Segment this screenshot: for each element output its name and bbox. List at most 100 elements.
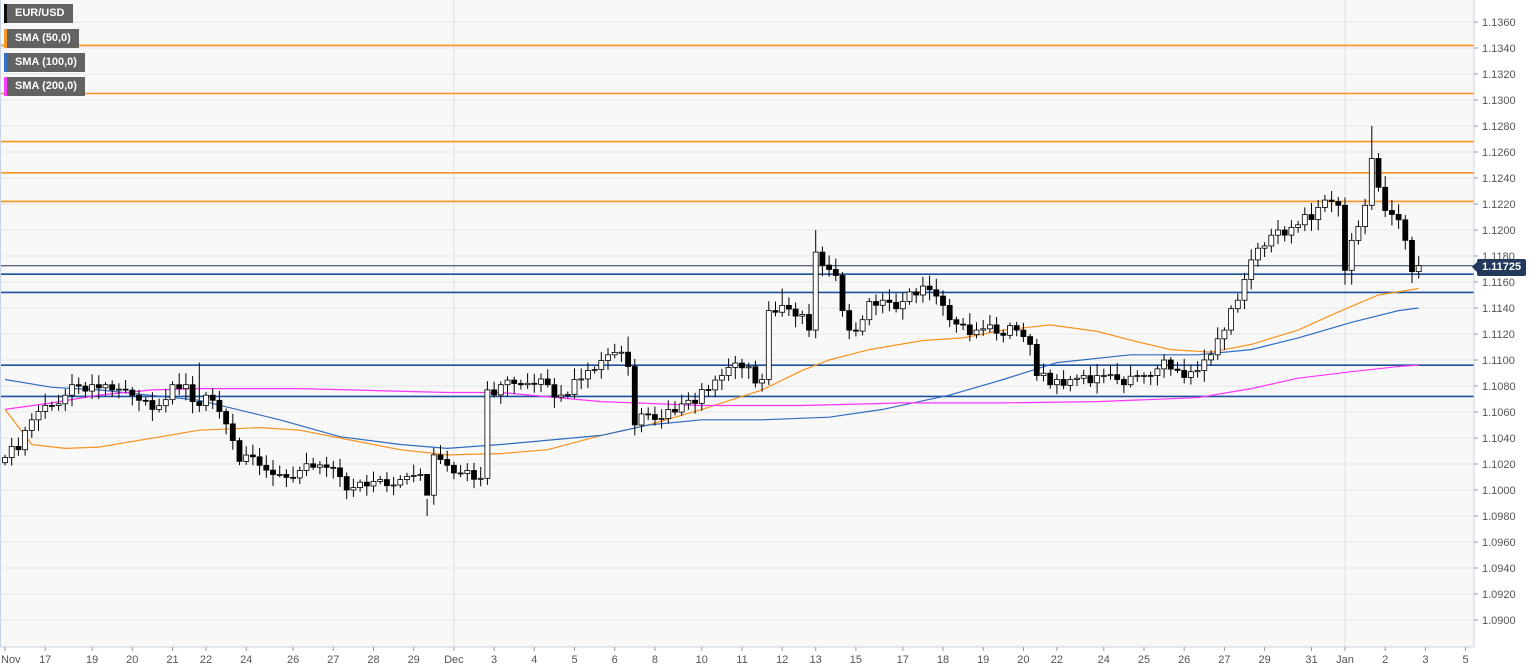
- x-tick-label: 31: [1305, 654, 1317, 666]
- legend-eurusd[interactable]: EUR/USD: [4, 4, 73, 23]
- legend-label: SMA (100,0): [15, 56, 77, 68]
- legend-sma100[interactable]: SMA (100,0): [4, 53, 85, 72]
- candle-body: [806, 314, 812, 331]
- candle-body: [42, 404, 49, 412]
- candle-body: [35, 411, 42, 421]
- x-tick-label: Dec: [444, 654, 464, 666]
- candle-body: [424, 473, 431, 496]
- x-axis-ticks: Nov 17 19 20 21 22 24 26 27 28 29 Dec 3 4 5 6 8 10 11 12 13 1…: [1, 647, 1469, 666]
- candle-body: [1268, 234, 1275, 247]
- candle-body: [752, 366, 759, 384]
- candle: [765, 301, 772, 385]
- candle-body: [631, 366, 638, 426]
- candle-body: [316, 464, 323, 468]
- legend-sma50[interactable]: SMA (50,0): [4, 29, 79, 48]
- candle-body: [1315, 207, 1322, 220]
- x-tick-label: 3: [491, 654, 497, 666]
- candle-body: [223, 411, 230, 425]
- candle-body: [75, 384, 82, 387]
- candle: [839, 272, 846, 317]
- candle-body: [477, 477, 484, 480]
- y-tick-label: 1.0960: [1482, 537, 1516, 549]
- y-tick-label: 1.1320: [1482, 69, 1516, 81]
- candle-body: [270, 469, 276, 475]
- y-tick-label: 1.1360: [1482, 17, 1516, 29]
- candle-body: [283, 473, 290, 478]
- candle-body: [1114, 374, 1121, 380]
- candle-body: [189, 384, 196, 403]
- x-tick-label: 24: [240, 654, 252, 666]
- candle-body: [1382, 186, 1389, 211]
- x-tick-label: 22: [200, 654, 212, 666]
- y-tick-label: 1.1300: [1482, 95, 1516, 107]
- candle-body: [598, 360, 605, 370]
- legend-sma200[interactable]: SMA (200,0): [4, 77, 85, 96]
- candle-body: [1355, 226, 1362, 241]
- candle-body: [1194, 369, 1201, 373]
- candle-body: [49, 404, 55, 407]
- y-tick-label: 1.0940: [1482, 563, 1516, 575]
- candle-body: [116, 388, 122, 391]
- legend-swatch: [4, 4, 7, 23]
- candle-body: [1094, 375, 1100, 384]
- candle-body: [913, 291, 920, 296]
- candle-body: [1060, 379, 1067, 386]
- candle-body: [853, 329, 859, 332]
- candle-body: [15, 446, 22, 451]
- legend-label: SMA (200,0): [15, 80, 77, 92]
- candle-body: [765, 310, 772, 380]
- candle-body: [1295, 224, 1301, 228]
- candle-body: [819, 251, 826, 266]
- candle-body: [1020, 329, 1027, 338]
- y-tick-label: 1.0980: [1482, 511, 1516, 523]
- legend-label: SMA (50,0): [15, 32, 71, 44]
- candle-body: [471, 470, 477, 480]
- candle-body: [1261, 245, 1268, 249]
- candle-body: [89, 384, 95, 392]
- candle-body: [732, 362, 739, 368]
- y-tick-label: 1.1040: [1482, 433, 1516, 445]
- x-tick-label: 19: [977, 654, 989, 666]
- candle-body: [109, 384, 116, 391]
- candle-body: [1281, 229, 1288, 236]
- y-tick-label: 1.1340: [1482, 43, 1516, 55]
- candle-body: [290, 476, 297, 479]
- candle-body: [960, 323, 966, 326]
- candle-body: [1415, 265, 1422, 272]
- candle-body: [370, 481, 377, 487]
- candle-body: [826, 264, 832, 270]
- candle-body: [8, 446, 15, 458]
- x-tick-label: 2: [1382, 654, 1388, 666]
- y-tick-label: 1.1120: [1482, 329, 1515, 341]
- x-tick-label: Nov: [1, 654, 21, 666]
- candle-body: [1228, 308, 1234, 331]
- candle-body: [296, 470, 303, 479]
- candle-body: [82, 385, 89, 392]
- candle: [236, 437, 243, 466]
- legend-swatch: [4, 77, 7, 96]
- candlestick-chart[interactable]: 1.1360 1.1340 1.1320 1.1300 1.1280 1.1260 1.12…: [0, 0, 1536, 669]
- candle-body: [538, 378, 544, 385]
- candle-body: [719, 375, 725, 381]
- candle-body: [692, 399, 698, 404]
- y-tick-label: 1.1060: [1482, 407, 1516, 419]
- x-tick-label: 26: [287, 654, 299, 666]
- candle-body: [1100, 375, 1107, 377]
- candle-body: [102, 384, 109, 389]
- candle-body: [1402, 219, 1409, 241]
- candle-body: [571, 379, 578, 395]
- candle-body: [866, 301, 873, 321]
- x-tick-label: 6: [612, 654, 618, 666]
- candle-body: [1335, 201, 1342, 206]
- candle-body: [591, 369, 598, 371]
- x-tick-label: 5: [1463, 654, 1469, 666]
- candle-body: [363, 481, 370, 487]
- candle-body: [1141, 375, 1147, 377]
- candle-body: [611, 351, 618, 356]
- candle-body: [605, 354, 611, 361]
- candle-body: [578, 378, 585, 381]
- candle-body: [1389, 210, 1395, 215]
- candle-body: [779, 304, 786, 313]
- candle-body: [383, 479, 390, 487]
- y-tick-label: 1.1160: [1482, 277, 1515, 289]
